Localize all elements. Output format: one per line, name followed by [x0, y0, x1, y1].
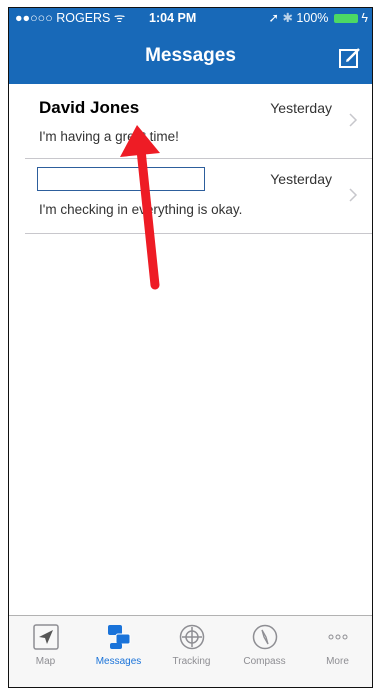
bluetooth-icon: ✱ — [282, 11, 293, 25]
tab-label: Compass — [243, 656, 286, 667]
tab-label: Map — [35, 656, 56, 667]
phone-screen: ●●○○○ ROGERS ᯤ 1:04 PM ➚ ✱ 100% ϟ Messag… — [8, 7, 373, 688]
battery-icon — [333, 14, 358, 24]
tab-bar: Map Messages Tracking Compass More — [9, 615, 372, 687]
more-dots-icon — [328, 634, 347, 640]
status-time: 1:04 PM — [149, 11, 197, 25]
page-title: Messages — [145, 45, 236, 66]
battery-percent: 100% — [296, 11, 329, 25]
tab-label: More — [326, 656, 349, 667]
message-time: Yesterday — [270, 171, 332, 187]
message-time: Yesterday — [270, 100, 332, 116]
status-bar: ●●○○○ ROGERS ᯤ 1:04 PM ➚ ✱ 100% ϟ — [9, 8, 372, 28]
sender-name-field[interactable] — [37, 167, 205, 191]
row-separator — [25, 233, 372, 234]
message-preview: I'm having a great time! — [39, 129, 179, 144]
tab-label: Messages — [95, 656, 142, 667]
location-services-icon: ➚ — [268, 11, 279, 25]
message-list: David Jones Yesterday I'm having a great… — [9, 84, 372, 234]
chevron-right-icon — [349, 188, 358, 202]
message-preview: I'm checking in everything is okay. — [39, 202, 243, 217]
messages-icon — [107, 625, 130, 649]
navigation-bar: ●●○○○ ROGERS ᯤ 1:04 PM ➚ ✱ 100% ϟ Messag… — [9, 8, 372, 84]
tab-messages[interactable]: Messages — [82, 624, 155, 667]
message-sender: David Jones — [39, 98, 140, 117]
message-row-david-jones[interactable]: David Jones Yesterday I'm having a great… — [9, 84, 372, 159]
charging-icon: ϟ — [361, 11, 368, 25]
tab-map[interactable]: Map — [9, 624, 82, 667]
carrier-label: ●●○○○ ROGERS — [15, 11, 111, 25]
wifi-icon: ᯤ — [113, 11, 126, 25]
tab-more[interactable]: More — [301, 624, 372, 667]
tab-compass[interactable]: Compass — [228, 624, 301, 667]
tab-label: Tracking — [172, 656, 211, 667]
crosshair-icon — [179, 624, 204, 650]
compose-icon[interactable] — [338, 46, 362, 70]
message-row-unnamed[interactable]: Yesterday I'm checking in everything is … — [9, 159, 372, 234]
chevron-right-icon — [349, 113, 358, 127]
location-arrow-icon — [32, 624, 59, 650]
compass-icon — [252, 624, 277, 650]
tab-tracking[interactable]: Tracking — [155, 624, 228, 667]
